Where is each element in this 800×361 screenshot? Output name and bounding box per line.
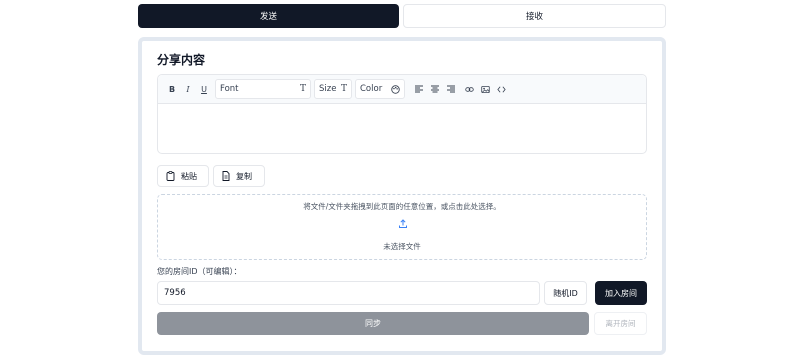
share-card: 分享内容 B I U Font T Size T Color 粘贴 复制 将文件… <box>138 37 666 355</box>
image-button[interactable] <box>477 81 493 97</box>
underline-button[interactable]: U <box>196 81 212 97</box>
sync-button[interactable]: 同步 <box>157 312 589 335</box>
room-id-label: 您的房间ID（可编辑）： <box>157 267 242 276</box>
palette-icon <box>391 84 400 94</box>
file-dropzone[interactable]: 将文件/文件夹拖拽到此页面的任意位置，或点击此处选择。 未选择文件 <box>157 194 647 260</box>
copy-button[interactable]: 复制 <box>213 165 265 187</box>
link-button[interactable] <box>461 81 477 97</box>
image-icon <box>480 85 490 93</box>
align-left-button[interactable] <box>411 81 427 97</box>
section-title: 分享内容 <box>157 53 206 67</box>
code-button[interactable] <box>493 81 509 97</box>
color-select-label: Color <box>360 84 383 94</box>
tab-send[interactable]: 发送 <box>138 4 399 28</box>
text-type-icon: T <box>299 84 306 94</box>
bold-button[interactable]: B <box>164 81 180 97</box>
editor-content-area[interactable] <box>158 105 646 153</box>
room-id-input[interactable] <box>157 281 540 305</box>
leave-room-button[interactable]: 离开房间 <box>594 312 647 335</box>
align-right-icon <box>447 85 455 93</box>
size-select[interactable]: Size T <box>314 79 352 99</box>
mode-tabs: 发送 接收 <box>138 4 666 28</box>
copy-button-label: 复制 <box>236 171 252 181</box>
dropzone-hint: 将文件/文件夹拖拽到此页面的任意位置，或点击此处选择。 <box>303 202 501 211</box>
size-select-label: Size <box>319 84 337 94</box>
paste-button-label: 粘贴 <box>181 171 197 181</box>
document-icon <box>222 171 230 181</box>
align-left-icon <box>415 85 423 93</box>
paste-button[interactable]: 粘贴 <box>157 165 209 187</box>
rich-text-editor: B I U Font T Size T Color <box>157 74 647 154</box>
link-icon <box>464 86 474 92</box>
align-right-button[interactable] <box>443 81 459 97</box>
random-id-button[interactable]: 随机ID <box>544 281 587 305</box>
upload-icon <box>399 219 407 228</box>
font-select-label: Font <box>220 84 239 94</box>
color-select[interactable]: Color <box>355 79 405 99</box>
tab-receive[interactable]: 接收 <box>403 4 666 28</box>
align-center-icon <box>431 85 439 93</box>
code-icon <box>496 86 506 92</box>
text-size-icon: T <box>340 84 347 94</box>
join-room-button[interactable]: 加入房间 <box>595 281 647 305</box>
font-select[interactable]: Font T <box>215 79 311 99</box>
align-center-button[interactable] <box>427 81 443 97</box>
clipboard-icon <box>166 171 175 181</box>
file-status: 未选择文件 <box>383 242 421 251</box>
italic-button[interactable]: I <box>180 81 196 97</box>
editor-toolbar: B I U Font T Size T Color <box>158 75 646 104</box>
